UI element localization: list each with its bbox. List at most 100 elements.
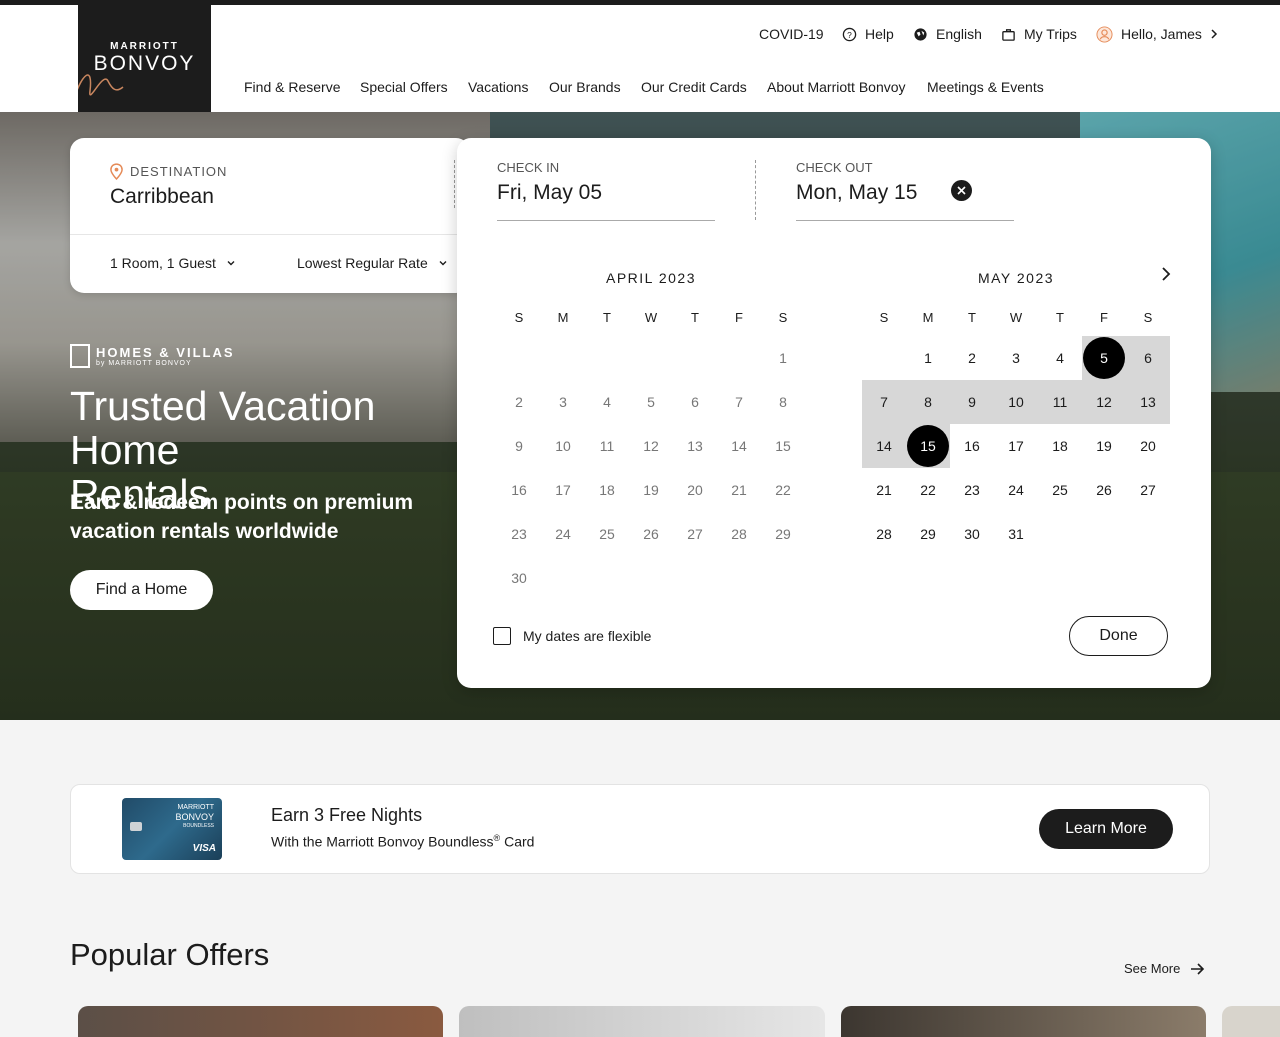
calendar-day: 12	[643, 438, 659, 454]
calendar-day[interactable]: 17	[994, 424, 1038, 468]
nav-find-reserve[interactable]: Find & Reserve	[244, 79, 340, 95]
calendar-day[interactable]: 25	[1038, 468, 1082, 512]
calendar-day: 9	[515, 438, 523, 454]
clear-dates-button[interactable]	[951, 180, 972, 201]
calendar-day[interactable]: 10	[994, 380, 1038, 424]
check-out-input[interactable]: Mon, May 15	[796, 181, 917, 205]
calendar-day[interactable]: 8	[906, 380, 950, 424]
calendar-day[interactable]: 30	[950, 512, 994, 556]
covid-link[interactable]: COVID-19	[759, 25, 824, 43]
calendar-day[interactable]: 23	[950, 468, 994, 512]
calendar-day: 4	[603, 394, 611, 410]
offer-card[interactable]	[459, 1006, 825, 1037]
calendar-day[interactable]: 27	[1126, 468, 1170, 512]
help-icon: ?	[842, 27, 857, 41]
svg-text:?: ?	[847, 29, 852, 39]
calendar-day[interactable]: 12	[1082, 380, 1126, 424]
calendar-day[interactable]: 3	[994, 336, 1038, 380]
offer-card[interactable]	[78, 1006, 443, 1037]
account-link[interactable]: Hello, James	[1096, 25, 1220, 43]
calendar-day[interactable]: 5	[1082, 336, 1126, 380]
close-icon	[957, 186, 966, 195]
calendar-day[interactable]: 4	[1038, 336, 1082, 380]
homes-villas-mark-icon	[70, 344, 90, 368]
calendar-day[interactable]: 29	[906, 512, 950, 556]
weekday-header: F	[735, 310, 743, 325]
credit-card-promo: MARRIOTT BONVOY BOUNDLESS VISA Earn 3 Fr…	[70, 784, 1210, 874]
my-trips-link[interactable]: My Trips	[1001, 25, 1077, 43]
calendar-day: 15	[775, 438, 791, 454]
calendar-day: 20	[687, 482, 703, 498]
calendar-day: 10	[555, 438, 571, 454]
calendar-day[interactable]: 18	[1038, 424, 1082, 468]
card-brand-top: MARRIOTT	[177, 804, 214, 811]
calendar-day[interactable]: 6	[1126, 336, 1170, 380]
calendar-day[interactable]: 9	[950, 380, 994, 424]
nav-our-brands[interactable]: Our Brands	[549, 79, 621, 95]
nav-vacations[interactable]: Vacations	[468, 79, 528, 95]
calendar-day[interactable]: 20	[1126, 424, 1170, 468]
calendar-day[interactable]: 1	[906, 336, 950, 380]
my-trips-label: My Trips	[1024, 26, 1077, 42]
weekday-header: T	[691, 310, 699, 325]
flexible-dates-checkbox[interactable]	[493, 627, 511, 645]
calendar-day: 13	[687, 438, 703, 454]
see-more-link[interactable]: See More	[1124, 961, 1205, 976]
calendar-day: 5	[647, 394, 655, 410]
marriott-bonvoy-logo[interactable]: MARRIOTT BONVOY	[78, 5, 211, 112]
covid-label: COVID-19	[759, 26, 824, 42]
nav-special-offers[interactable]: Special Offers	[360, 79, 448, 95]
chevron-down-icon	[227, 261, 235, 266]
calendar-day[interactable]: 7	[862, 380, 906, 424]
see-more-label: See More	[1124, 961, 1181, 976]
calendar-day[interactable]: 15	[906, 424, 950, 468]
calendar-day[interactable]: 24	[994, 468, 1038, 512]
destination-label: DESTINATION	[110, 163, 227, 180]
calendar-day[interactable]: 13	[1126, 380, 1170, 424]
calendar-day[interactable]: 26	[1082, 468, 1126, 512]
language-link[interactable]: English	[913, 25, 982, 43]
nav-about[interactable]: About Marriott Bonvoy	[767, 79, 906, 95]
promo-title: Earn 3 Free Nights	[271, 805, 423, 825]
popular-offers-title: Popular Offers	[70, 937, 270, 972]
nav-meetings-events[interactable]: Meetings & Events	[927, 79, 1044, 95]
site-header: MARRIOTT BONVOY COVID-19 ? Help English …	[0, 5, 1280, 112]
destination-input[interactable]: Carribbean	[110, 185, 214, 209]
rate-dropdown[interactable]: Lowest Regular Rate	[297, 255, 448, 271]
calendar-day[interactable]: 16	[950, 424, 994, 468]
hero-subhead: Earn & redeem points on premium vacation…	[70, 491, 414, 543]
help-link[interactable]: ? Help	[842, 25, 894, 43]
calendar-day: 30	[511, 570, 527, 586]
month-title: APRIL 2023	[606, 270, 696, 286]
offer-card[interactable]	[841, 1006, 1206, 1037]
language-label: English	[936, 26, 982, 42]
calendar-day[interactable]: 31	[994, 512, 1038, 556]
done-button[interactable]: Done	[1069, 616, 1168, 656]
calendar-day[interactable]: 21	[862, 468, 906, 512]
find-a-home-button[interactable]: Find a Home	[70, 570, 213, 610]
calendar-day: 1	[779, 350, 787, 366]
card-network-text: VISA	[192, 843, 216, 854]
weekday-header: S	[514, 310, 524, 325]
check-in-input[interactable]: Fri, May 05	[497, 181, 602, 205]
rooms-guests-dropdown[interactable]: 1 Room, 1 Guest	[110, 255, 236, 271]
weekday-header: T	[603, 310, 611, 325]
calendar-day[interactable]: 22	[906, 468, 950, 512]
card-brand-main: BONVOY	[175, 812, 214, 822]
offer-card[interactable]	[1222, 1006, 1280, 1037]
calendar-day[interactable]: 11	[1038, 380, 1082, 424]
calendar-day[interactable]: 19	[1082, 424, 1126, 468]
calendar-day[interactable]: 2	[950, 336, 994, 380]
nav-credit-cards[interactable]: Our Credit Cards	[641, 79, 747, 95]
promo-subtitle-pre: With the Marriott Bonvoy Boundless	[271, 833, 494, 850]
check-out-label: CHECK OUT	[796, 160, 873, 175]
help-label: Help	[865, 26, 894, 42]
calendar-day: 19	[643, 482, 659, 498]
calendar-day: 23	[511, 526, 527, 542]
month-title: MAY 2023	[977, 270, 1055, 286]
promo-subtitle: With the Marriott Bonvoy Boundless® Card	[271, 833, 534, 850]
calendar-day: 29	[775, 526, 791, 542]
calendar-day[interactable]: 14	[862, 424, 906, 468]
calendar-day[interactable]: 28	[862, 512, 906, 556]
learn-more-button[interactable]: Learn More	[1039, 809, 1173, 849]
